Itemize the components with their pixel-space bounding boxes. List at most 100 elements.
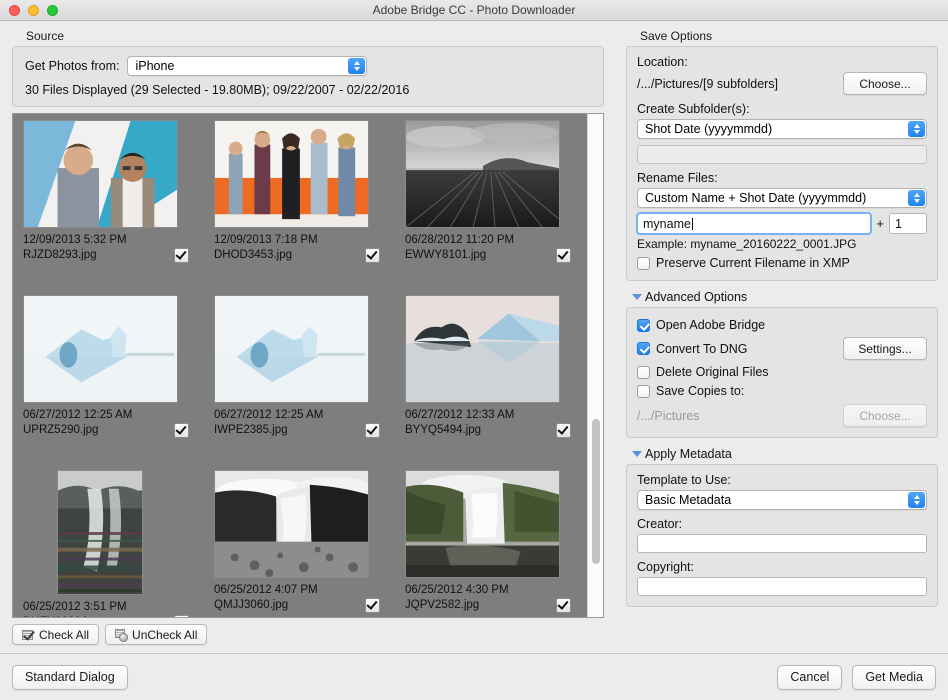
zoom-button[interactable] [47, 4, 58, 16]
footer-actions: Cancel Get Media [777, 664, 936, 690]
location-row: /.../Pictures/[9 subfolders] Choose... [637, 72, 927, 95]
thumbnail-image[interactable] [214, 295, 369, 403]
thumbnail-image[interactable] [214, 120, 369, 228]
thumbnail-scrollbar[interactable] [587, 114, 603, 617]
thumbnail-checkbox[interactable] [174, 423, 189, 438]
creator-input[interactable] [637, 534, 927, 553]
thumbnail-image[interactable] [23, 120, 178, 228]
save-options-group-box: Location: /.../Pictures/[9 subfolders] C… [626, 46, 938, 281]
dialog-footer: Standard Dialog Cancel Get Media [0, 653, 948, 700]
copyright-input[interactable] [637, 577, 927, 596]
thumbnail-checkbox[interactable] [174, 248, 189, 263]
delete-original-files-checkbox[interactable] [637, 365, 650, 379]
triangle-down-icon [632, 294, 642, 300]
preserve-filename-row[interactable]: Preserve Current Filename in XMP [637, 256, 927, 270]
check-buttons-bar: Check All UnCheck All [12, 624, 604, 645]
chevron-updown-icon [348, 58, 366, 74]
custom-name-value: myname [643, 216, 691, 231]
thumbnail-item[interactable]: 06/25/2012 3:51 PM DUEY6162.jpg [23, 470, 214, 617]
scrollbar-thumb[interactable] [592, 419, 600, 564]
device-select[interactable]: iPhone [127, 56, 368, 76]
thumbnail-checkbox[interactable] [556, 598, 571, 613]
apply-metadata-disclosure[interactable]: Apply Metadata [632, 447, 938, 461]
open-adobe-bridge-checkbox[interactable] [637, 318, 650, 332]
custom-subfolder-input[interactable] [637, 145, 927, 164]
thumbnail-item[interactable]: 06/27/2012 12:33 AM BYYQ5494.jpg [405, 295, 596, 470]
thumbnail-meta: 06/27/2012 12:25 AM IWPE2385.jpg [214, 408, 380, 438]
close-button[interactable] [9, 4, 20, 16]
advanced-options-disclosure[interactable]: Advanced Options [632, 290, 938, 304]
start-number-value: 1 [895, 216, 902, 231]
minimize-button[interactable] [28, 4, 39, 16]
thumbnail-filename: IWPE2385.jpg [214, 424, 288, 436]
save-copies-to-label: Save Copies to: [656, 384, 745, 398]
dng-settings-button[interactable]: Settings... [843, 337, 927, 360]
thumbnail-image[interactable] [405, 295, 560, 403]
cancel-button[interactable]: Cancel [777, 664, 843, 690]
thumbnail-item[interactable]: 06/27/2012 12:25 AM IWPE2385.jpg [214, 295, 405, 470]
start-number-input[interactable]: 1 [889, 213, 927, 234]
thumbnail-date: 06/28/2012 11:20 PM [405, 234, 515, 246]
thumbnail-image[interactable] [57, 470, 143, 595]
thumbnail-checkbox[interactable] [174, 615, 189, 617]
check-all-label: Check All [39, 627, 90, 642]
thumbnail-date: 06/27/2012 12:33 AM [405, 409, 515, 421]
check-all-icon [22, 629, 34, 641]
thumbnail-meta: 12/09/2013 7:18 PM DHOD3453.jpg [214, 233, 380, 263]
get-photos-row: Get Photos from: iPhone [25, 56, 591, 76]
thumbnail-date: 06/25/2012 4:07 PM [214, 584, 318, 596]
files-summary: 30 Files Displayed (29 Selected - 19.80M… [25, 83, 410, 97]
custom-name-row: myname + 1 [635, 212, 927, 235]
delete-original-files-label: Delete Original Files [656, 365, 769, 379]
thumbnail-item[interactable]: 06/27/2012 12:25 AM UPRZ5290.jpg [23, 295, 214, 470]
thumbnail-checkbox[interactable] [556, 423, 571, 438]
thumbnail-image[interactable] [405, 470, 560, 578]
thumbnail-checkbox[interactable] [556, 248, 571, 263]
check-all-button[interactable]: Check All [12, 624, 100, 645]
convert-to-dng-checkbox[interactable] [637, 342, 650, 355]
copies-choose-button[interactable]: Choose... [843, 404, 927, 427]
thumbnail-panel: 12/09/2013 5:32 PM RJZD8293.jpg 12/09/20… [12, 113, 604, 618]
title-bar: Adobe Bridge CC - Photo Downloader [0, 0, 948, 21]
location-choose-button[interactable]: Choose... [843, 72, 927, 95]
create-subfolder-select[interactable]: Shot Date (yyyymmdd) [637, 119, 927, 139]
create-subfolder-label: Create Subfolder(s): [637, 102, 750, 116]
preserve-filename-checkbox[interactable] [637, 256, 650, 270]
preserve-filename-label: Preserve Current Filename in XMP [656, 256, 850, 270]
thumbnail-item[interactable]: 06/25/2012 4:07 PM QMJJ3060.jpg [214, 470, 405, 617]
save-copies-to-checkbox[interactable] [637, 384, 650, 398]
window-controls [9, 4, 58, 16]
thumbnail-image[interactable] [214, 470, 369, 578]
thumbnail-checkbox[interactable] [365, 423, 380, 438]
advanced-options-label: Advanced Options [645, 290, 748, 304]
creator-label: Creator: [637, 517, 683, 531]
get-media-button[interactable]: Get Media [852, 664, 936, 690]
thumbnail-image[interactable] [405, 120, 560, 228]
thumbnail-date: 12/09/2013 7:18 PM [214, 234, 318, 246]
thumbnail-filename: JQPV2582.jpg [405, 599, 480, 611]
thumbnail-item[interactable]: 12/09/2013 7:18 PM DHOD3453.jpg [214, 120, 405, 295]
thumbnail-date: 06/25/2012 4:30 PM [405, 584, 509, 596]
custom-name-input[interactable]: myname [635, 212, 873, 235]
standard-dialog-button[interactable]: Standard Dialog [12, 664, 128, 690]
thumbnail-item[interactable]: 12/09/2013 5:32 PM RJZD8293.jpg [23, 120, 214, 295]
create-subfolder-value: Shot Date (yyyymmdd) [645, 122, 773, 136]
source-panel: Source Get Photos from: iPhone 30 Files … [0, 21, 620, 653]
convert-to-dng-label: Convert To DNG [656, 341, 748, 356]
rename-files-select[interactable]: Custom Name + Shot Date (yyyymmdd) [637, 188, 927, 208]
text-caret [691, 217, 693, 230]
delete-originals-row[interactable]: Delete Original Files [637, 365, 927, 379]
thumbnail-checkbox[interactable] [365, 598, 380, 613]
save-copies-row[interactable]: Save Copies to: [637, 384, 927, 398]
uncheck-all-button[interactable]: UnCheck All [105, 624, 208, 645]
open-bridge-row[interactable]: Open Adobe Bridge [637, 318, 927, 332]
thumbnail-item[interactable]: 06/28/2012 11:20 PM EWWY8101.jpg [405, 120, 596, 295]
metadata-template-select[interactable]: Basic Metadata [637, 490, 927, 510]
thumbnail-checkbox[interactable] [365, 248, 380, 263]
convert-dng-group[interactable]: Convert To DNG [637, 342, 747, 356]
thumbnail-item[interactable]: 06/25/2012 4:30 PM JQPV2582.jpg [405, 470, 596, 617]
thumbnail-filename: QMJJ3060.jpg [214, 599, 289, 611]
thumbnail-filename: EWWY8101.jpg [405, 249, 487, 261]
thumbnail-image[interactable] [23, 295, 178, 403]
template-to-use-label: Template to Use: [637, 473, 731, 487]
